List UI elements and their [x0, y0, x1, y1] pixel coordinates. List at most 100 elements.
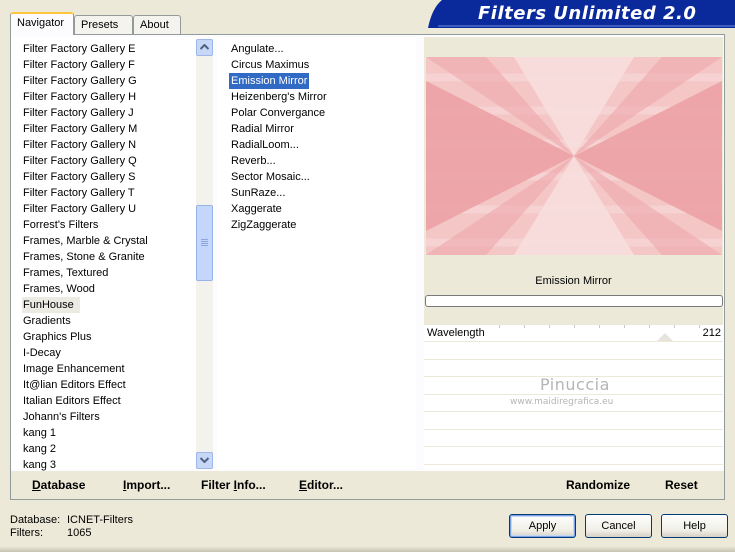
slider-tick — [674, 325, 675, 328]
category-item[interactable]: Filter Factory Gallery E — [22, 41, 136, 57]
database-value: ICNET-Filters — [67, 514, 133, 526]
watermark-url: www.maidiregrafica.eu — [510, 397, 614, 407]
category-item[interactable]: kang 1 — [22, 425, 57, 441]
randomize-button[interactable]: Randomize — [566, 478, 630, 492]
filter-item[interactable]: Radial Mirror — [229, 121, 296, 137]
slider-track[interactable] — [499, 325, 700, 342]
filter-item[interactable]: ZigZaggerate — [229, 217, 298, 233]
filters-count-label: Filters: — [10, 527, 43, 539]
category-item[interactable]: Image Enhancement — [22, 361, 126, 377]
category-item[interactable]: FunHouse — [22, 297, 80, 313]
category-item[interactable]: Johann's Filters — [22, 409, 101, 425]
category-item[interactable]: Frames, Wood — [22, 281, 96, 297]
category-item[interactable]: Filter Factory Gallery J — [22, 105, 135, 121]
slider-tick — [574, 325, 575, 328]
category-item[interactable]: Frames, Marble & Crystal — [22, 233, 149, 249]
editor-mnemonic: E — [299, 478, 308, 492]
editor-label: ditor... — [307, 478, 344, 492]
category-item[interactable]: Filter Factory Gallery T — [22, 185, 136, 201]
navigator-toolbar: Database Import... Filter Info... Editor… — [11, 471, 724, 499]
category-item[interactable]: Filter Factory Gallery H — [22, 89, 137, 105]
help-button[interactable]: Help — [661, 514, 728, 538]
grip-line — [201, 241, 208, 242]
database-label: atabase — [40, 478, 86, 492]
category-item[interactable]: Filter Factory Gallery S — [22, 169, 136, 185]
filter-list[interactable]: Angulate... Circus Maximus Emission Mirror… — [217, 37, 416, 469]
reset-button[interactable]: Reset — [665, 478, 698, 492]
chevron-down-icon — [200, 457, 209, 463]
import-label: mport... — [126, 478, 171, 492]
database-label: Database: — [10, 514, 61, 526]
slider-tick — [549, 325, 550, 328]
slider-label: Wavelength — [427, 327, 485, 339]
cancel-button[interactable]: Cancel — [585, 514, 652, 538]
grip-line — [201, 243, 208, 244]
tab-navigator[interactable]: Navigator — [10, 12, 74, 35]
category-scrollbar[interactable] — [196, 39, 213, 469]
slider-tick — [649, 325, 650, 328]
filter-item[interactable]: RadialLoom... — [229, 137, 301, 153]
slider-row[interactable]: Wavelength 212 — [424, 325, 723, 342]
grip-line — [201, 239, 208, 240]
category-list[interactable]: Filter Factory Gallery E Filter Factory G… — [11, 37, 196, 471]
category-item[interactable]: I-Decay — [22, 345, 62, 361]
slider-row — [424, 448, 723, 465]
category-item[interactable]: kang 2 — [22, 441, 57, 457]
category-item[interactable]: Frames, Textured — [22, 265, 109, 281]
filter-item[interactable]: Emission Mirror — [229, 73, 310, 89]
filter-info-label: Filter — [201, 478, 234, 492]
category-item[interactable]: Filter Factory Gallery M — [22, 121, 138, 137]
filter-info-button[interactable]: Filter Info... — [201, 478, 266, 492]
slider-tick — [524, 325, 525, 328]
slider-row — [424, 343, 723, 360]
slider-thumb[interactable] — [657, 333, 674, 341]
preview-pane: Emission Mirror Wavelength 212 Pinuccia w… — [424, 37, 723, 469]
tab-presets[interactable]: Presets — [74, 15, 133, 35]
slider-tick — [499, 325, 500, 328]
category-item[interactable]: Filter Factory Gallery F — [22, 57, 136, 73]
parameter-sliders: Wavelength 212 Pinuccia www.maidiregrafic… — [424, 325, 723, 469]
filter-item[interactable]: Circus Maximus — [229, 57, 311, 73]
category-item[interactable]: It@lian Editors Effect — [22, 377, 127, 393]
filter-item[interactable]: Xaggerate — [229, 201, 284, 217]
filter-item[interactable]: SunRaze... — [229, 185, 287, 201]
slider-value: 212 — [702, 327, 721, 339]
scroll-up-button[interactable] — [196, 39, 213, 56]
chevron-up-icon — [200, 44, 209, 50]
tab-about[interactable]: About — [133, 15, 181, 35]
current-filter-name: Emission Mirror — [535, 275, 612, 287]
filter-item[interactable]: Heizenberg's Mirror — [229, 89, 329, 105]
category-item[interactable]: Filter Factory Gallery Q — [22, 153, 138, 169]
window-bottom-edge — [0, 546, 735, 552]
slider-tick — [624, 325, 625, 328]
slider-row — [424, 430, 723, 447]
progress-bar — [425, 295, 723, 307]
category-item[interactable]: Filter Factory Gallery G — [22, 73, 138, 89]
navigator-panel: Filter Factory Gallery E Filter Factory G… — [10, 34, 725, 500]
filter-item[interactable]: Angulate... — [229, 41, 286, 57]
app-banner: Filters Unlimited 2.0 — [428, 0, 735, 28]
database-mnemonic: D — [32, 478, 41, 492]
category-item[interactable]: Filter Factory Gallery N — [22, 137, 137, 153]
database-button[interactable]: Database — [32, 478, 85, 492]
editor-button[interactable]: Editor... — [299, 478, 343, 492]
slider-tick — [699, 325, 700, 328]
app-title: Filters Unlimited 2.0 — [478, 3, 697, 24]
import-button[interactable]: Import... — [123, 478, 170, 492]
scroll-thumb[interactable] — [196, 205, 213, 281]
apply-button[interactable]: Apply — [509, 514, 576, 538]
filters-count-value: 1065 — [67, 527, 92, 539]
category-item[interactable]: Forrest's Filters — [22, 217, 99, 233]
category-item[interactable]: Frames, Stone & Granite — [22, 249, 146, 265]
category-item[interactable]: Italian Editors Effect — [22, 393, 122, 409]
grip-line — [201, 245, 208, 246]
category-item[interactable]: Gradients — [22, 313, 72, 329]
category-item[interactable]: Graphics Plus — [22, 329, 92, 345]
filter-item[interactable]: Sector Mosaic... — [229, 169, 312, 185]
preview-image — [426, 57, 722, 255]
watermark-name: Pinuccia — [540, 375, 610, 394]
category-item[interactable]: Filter Factory Gallery U — [22, 201, 137, 217]
filter-item[interactable]: Polar Convergance — [229, 105, 327, 121]
scroll-down-button[interactable] — [196, 452, 213, 469]
filter-item[interactable]: Reverb... — [229, 153, 278, 169]
